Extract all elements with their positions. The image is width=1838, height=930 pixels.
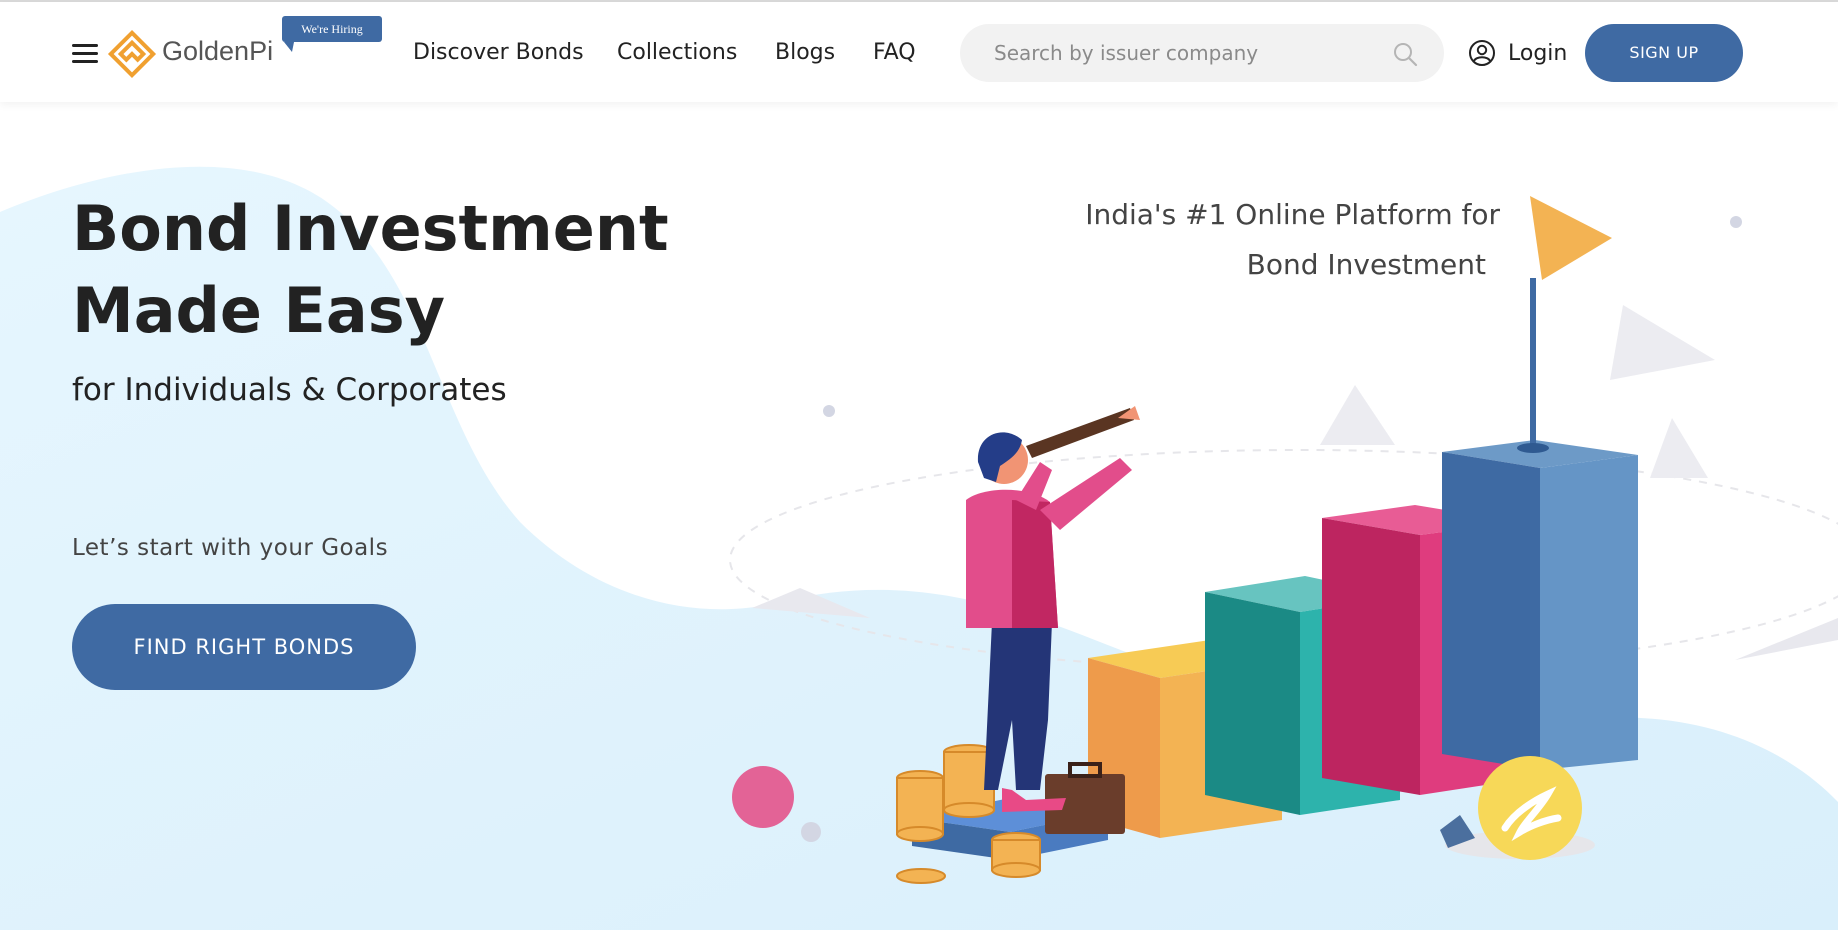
goals-text: Let’s start with your Goals — [72, 535, 389, 561]
brand-name[interactable]: GoldenPi — [162, 36, 273, 67]
login-link[interactable]: Login — [1468, 36, 1567, 70]
nav-blogs[interactable]: Blogs — [775, 40, 835, 65]
hero-title: Bond Investment Made Easy — [72, 188, 669, 352]
tagline-line2: Bond Investment — [1246, 248, 1486, 281]
goldenpi-logo[interactable] — [106, 28, 158, 80]
nav-collections[interactable]: Collections — [617, 40, 737, 65]
hamburger-menu-icon[interactable] — [72, 44, 98, 64]
nav-discover-bonds[interactable]: Discover Bonds — [413, 40, 584, 65]
search-bar — [960, 24, 1444, 82]
search-input[interactable] — [994, 39, 1374, 67]
signup-button[interactable]: SIGN UP — [1585, 24, 1743, 82]
login-label: Login — [1508, 40, 1568, 66]
tagline-line1: India's #1 Online Platform for — [1085, 198, 1500, 231]
hero-title-line1: Bond Investment — [72, 192, 669, 265]
hero-tagline: India's #1 Online Platform for Bond Inve… — [1000, 190, 1500, 290]
nav-faq[interactable]: FAQ — [873, 40, 916, 65]
hiring-badge[interactable]: We're Hiring — [282, 16, 382, 52]
find-right-bonds-button[interactable]: FIND RIGHT BONDS — [72, 604, 416, 690]
search-icon[interactable] — [1392, 41, 1418, 67]
site-header: GoldenPi We're Hiring Discover Bonds Col… — [0, 2, 1838, 102]
user-circle-icon — [1469, 40, 1495, 66]
hero-title-line2: Made Easy — [72, 274, 446, 347]
hero-subtitle: for Individuals & Corporates — [72, 372, 507, 408]
